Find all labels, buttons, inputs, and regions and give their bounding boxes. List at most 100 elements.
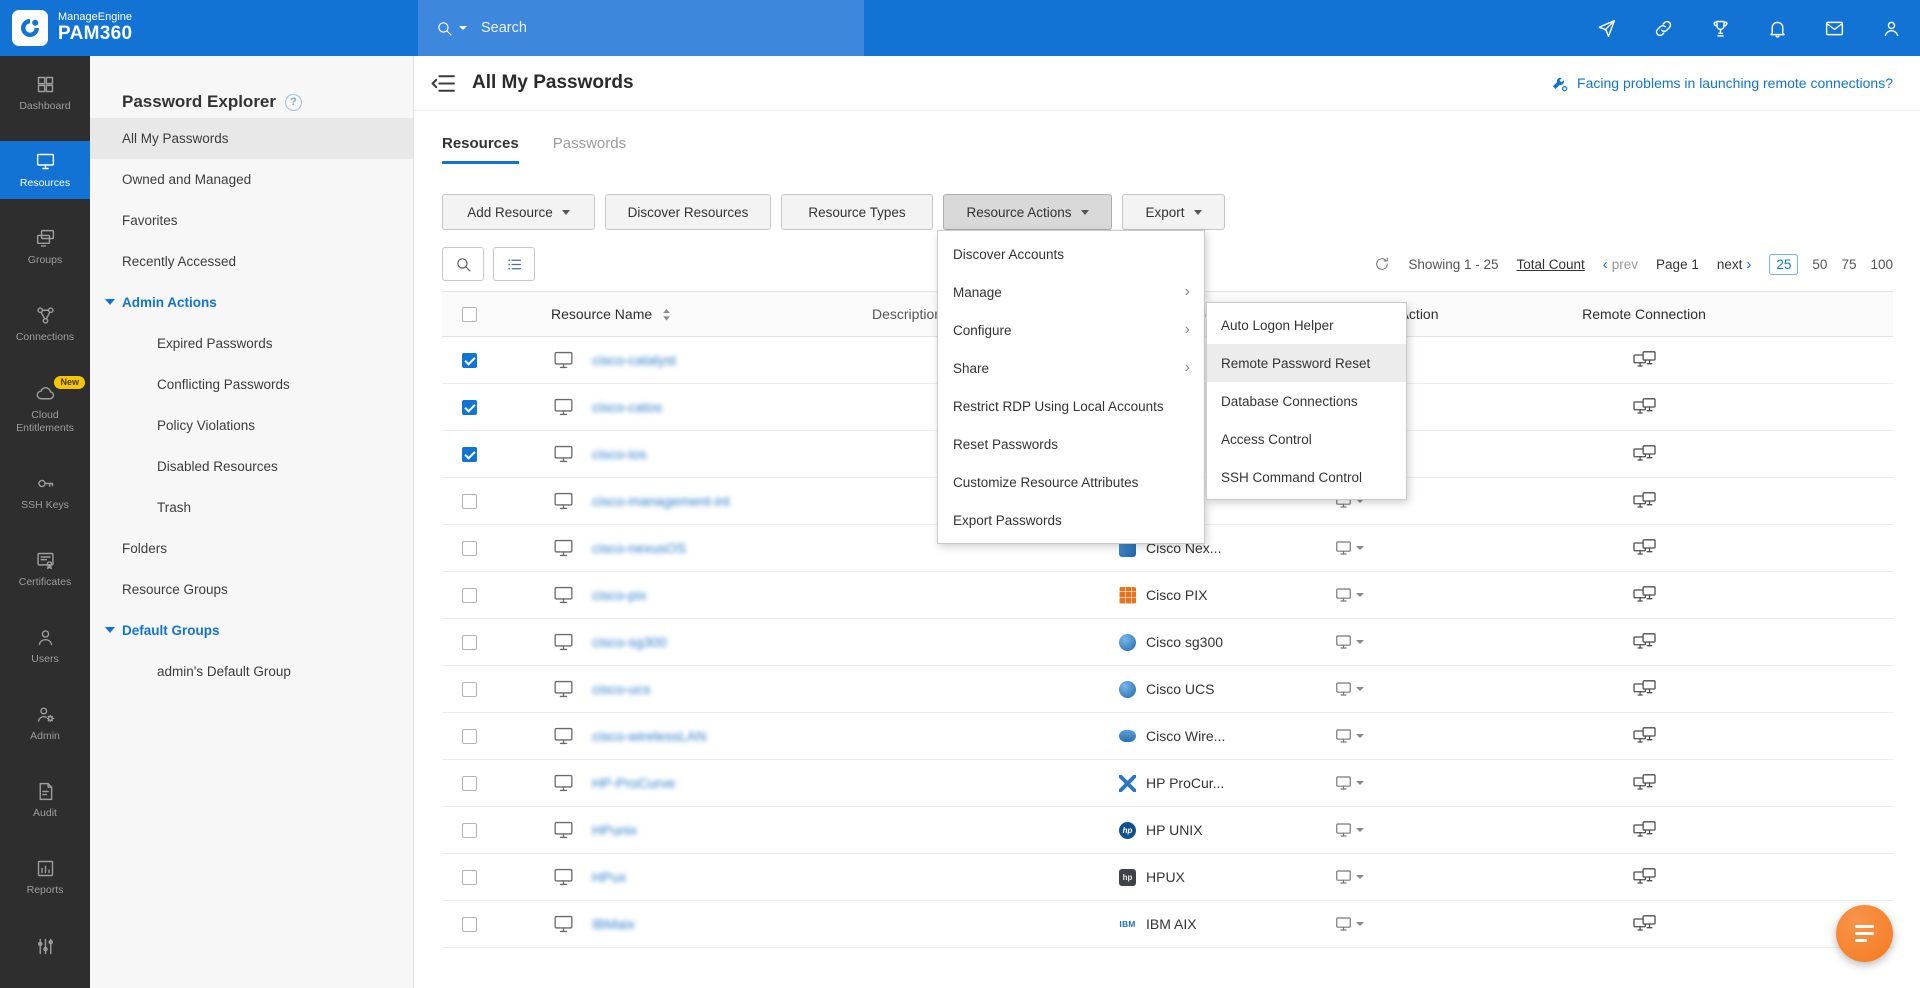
total-count-link[interactable]: Total Count: [1516, 257, 1584, 272]
explorer-item[interactable]: admin's Default Group: [90, 651, 413, 692]
bell-icon[interactable]: [1767, 18, 1788, 39]
page-size-option[interactable]: 50: [1812, 257, 1827, 272]
explorer-item[interactable]: Conflicting Passwords: [90, 364, 413, 405]
remote-connection-icon[interactable]: [1632, 397, 1657, 418]
sidebar-item-reports[interactable]: Reports: [0, 848, 90, 906]
resource-name-link[interactable]: IBMaix: [592, 916, 635, 932]
explorer-item[interactable]: Recently Accessed: [90, 241, 413, 282]
search-scope-caret-icon[interactable]: [459, 26, 467, 30]
explorer-item[interactable]: Trash: [90, 487, 413, 528]
next-page-button[interactable]: next›: [1717, 256, 1752, 273]
row-checkbox[interactable]: [462, 682, 477, 697]
row-checkbox[interactable]: [462, 729, 477, 744]
help-icon[interactable]: ?: [285, 94, 302, 111]
trophy-icon[interactable]: [1710, 18, 1731, 39]
tab-resources[interactable]: Resources: [442, 135, 519, 164]
sidebar-item-extensions[interactable]: [0, 926, 90, 966]
explorer-item[interactable]: Resource Groups: [90, 569, 413, 610]
sidebar-item-ssh-keys[interactable]: SSH Keys: [0, 463, 90, 521]
row-checkbox[interactable]: [462, 447, 477, 462]
table-search-button[interactable]: [442, 247, 484, 281]
sidebar-item-cloud-entitlements[interactable]: New Cloud Entitlements: [0, 373, 90, 444]
export-button[interactable]: Export: [1122, 194, 1225, 230]
row-checkbox[interactable]: [462, 823, 477, 838]
row-checkbox[interactable]: [462, 400, 477, 415]
password-action-dropdown[interactable]: [1335, 916, 1364, 932]
remote-connection-icon[interactable]: [1632, 538, 1657, 559]
password-action-dropdown[interactable]: [1335, 822, 1364, 838]
page-size-option[interactable]: 75: [1841, 257, 1856, 272]
remote-connection-icon[interactable]: [1632, 914, 1657, 935]
sidebar-item-groups[interactable]: Groups: [0, 218, 90, 276]
submenu-item[interactable]: SSH Command Control: [1207, 458, 1406, 496]
remote-connection-help-link[interactable]: Facing problems in launching remote conn…: [1550, 74, 1920, 93]
explorer-item[interactable]: Disabled Resources: [90, 446, 413, 487]
sidebar-item-admin[interactable]: Admin: [0, 694, 90, 752]
remote-connection-icon[interactable]: [1632, 350, 1657, 371]
row-checkbox[interactable]: [462, 541, 477, 556]
resource-name-link[interactable]: cisco-catos: [592, 399, 662, 415]
row-checkbox[interactable]: [462, 353, 477, 368]
page-size-option[interactable]: 25: [1769, 254, 1798, 275]
sidebar-item-certificates[interactable]: Certificates: [0, 540, 90, 598]
remote-connection-icon[interactable]: [1632, 867, 1657, 888]
password-action-dropdown[interactable]: [1335, 540, 1364, 556]
explorer-item[interactable]: Favorites: [90, 200, 413, 241]
submenu-item[interactable]: Access Control: [1207, 420, 1406, 458]
menu-item[interactable]: Discover Accounts: [938, 235, 1204, 273]
user-icon[interactable]: [1881, 18, 1902, 39]
remote-connection-icon[interactable]: [1632, 726, 1657, 747]
resource-name-link[interactable]: cisco-ios: [592, 446, 646, 462]
explorer-item[interactable]: Default Groups: [90, 610, 413, 651]
password-action-dropdown[interactable]: [1335, 775, 1364, 791]
resource-name-link[interactable]: cisco-ucs: [592, 681, 650, 697]
launch-icon[interactable]: [1596, 18, 1617, 39]
resource-name-link[interactable]: HPux: [592, 869, 626, 885]
resource-name-link[interactable]: HPunix: [592, 822, 637, 838]
submenu-item[interactable]: Remote Password Reset: [1207, 344, 1406, 382]
row-checkbox[interactable]: [462, 776, 477, 791]
resource-name-link[interactable]: cisco-management-int: [592, 493, 730, 509]
remote-connection-icon[interactable]: [1632, 773, 1657, 794]
resource-name-link[interactable]: cisco-catalyst: [592, 352, 676, 368]
page-size-option[interactable]: 100: [1870, 257, 1893, 272]
add-resource-button[interactable]: Add Resource: [442, 194, 595, 230]
menu-item[interactable]: Reset Passwords: [938, 425, 1204, 463]
row-checkbox[interactable]: [462, 917, 477, 932]
password-action-dropdown[interactable]: [1335, 869, 1364, 885]
password-action-dropdown[interactable]: [1335, 728, 1364, 744]
collapse-sidebar-icon[interactable]: [430, 70, 457, 97]
explorer-item[interactable]: Folders: [90, 528, 413, 569]
explorer-item[interactable]: Owned and Managed: [90, 159, 413, 200]
column-chooser-button[interactable]: [493, 247, 535, 281]
sidebar-item-audit[interactable]: Audit: [0, 771, 90, 829]
select-all-checkbox[interactable]: [462, 307, 477, 322]
explorer-item[interactable]: Policy Violations: [90, 405, 413, 446]
expanded-triangle-icon[interactable]: [105, 299, 115, 305]
menu-item[interactable]: Customize Resource Attributes: [938, 463, 1204, 501]
fab-menu-button[interactable]: [1836, 905, 1893, 962]
remote-connection-icon[interactable]: [1632, 679, 1657, 700]
password-action-dropdown[interactable]: [1335, 681, 1364, 697]
password-action-dropdown[interactable]: [1335, 587, 1364, 603]
resource-actions-button[interactable]: Resource Actions: [943, 194, 1112, 230]
explorer-item[interactable]: Expired Passwords: [90, 323, 413, 364]
sidebar-item-resources[interactable]: Resources: [0, 141, 90, 199]
menu-item[interactable]: Share ›: [938, 349, 1204, 387]
sidebar-item-connections[interactable]: Connections: [0, 295, 90, 353]
row-checkbox[interactable]: [462, 870, 477, 885]
explorer-item[interactable]: All My Passwords: [90, 118, 413, 159]
menu-item[interactable]: Manage ›: [938, 273, 1204, 311]
global-search-input[interactable]: Search: [418, 0, 864, 56]
password-action-dropdown[interactable]: [1335, 634, 1364, 650]
row-checkbox[interactable]: [462, 635, 477, 650]
discover-resources-button[interactable]: Discover Resources: [605, 194, 771, 230]
remote-connection-icon[interactable]: [1632, 585, 1657, 606]
refresh-icon[interactable]: [1374, 256, 1390, 272]
mail-icon[interactable]: [1824, 18, 1845, 39]
link-icon[interactable]: [1653, 18, 1674, 39]
explorer-item[interactable]: Admin Actions: [90, 282, 413, 323]
resource-types-button[interactable]: Resource Types: [781, 194, 933, 230]
expanded-triangle-icon[interactable]: [105, 627, 115, 633]
menu-item[interactable]: Restrict RDP Using Local Accounts: [938, 387, 1204, 425]
